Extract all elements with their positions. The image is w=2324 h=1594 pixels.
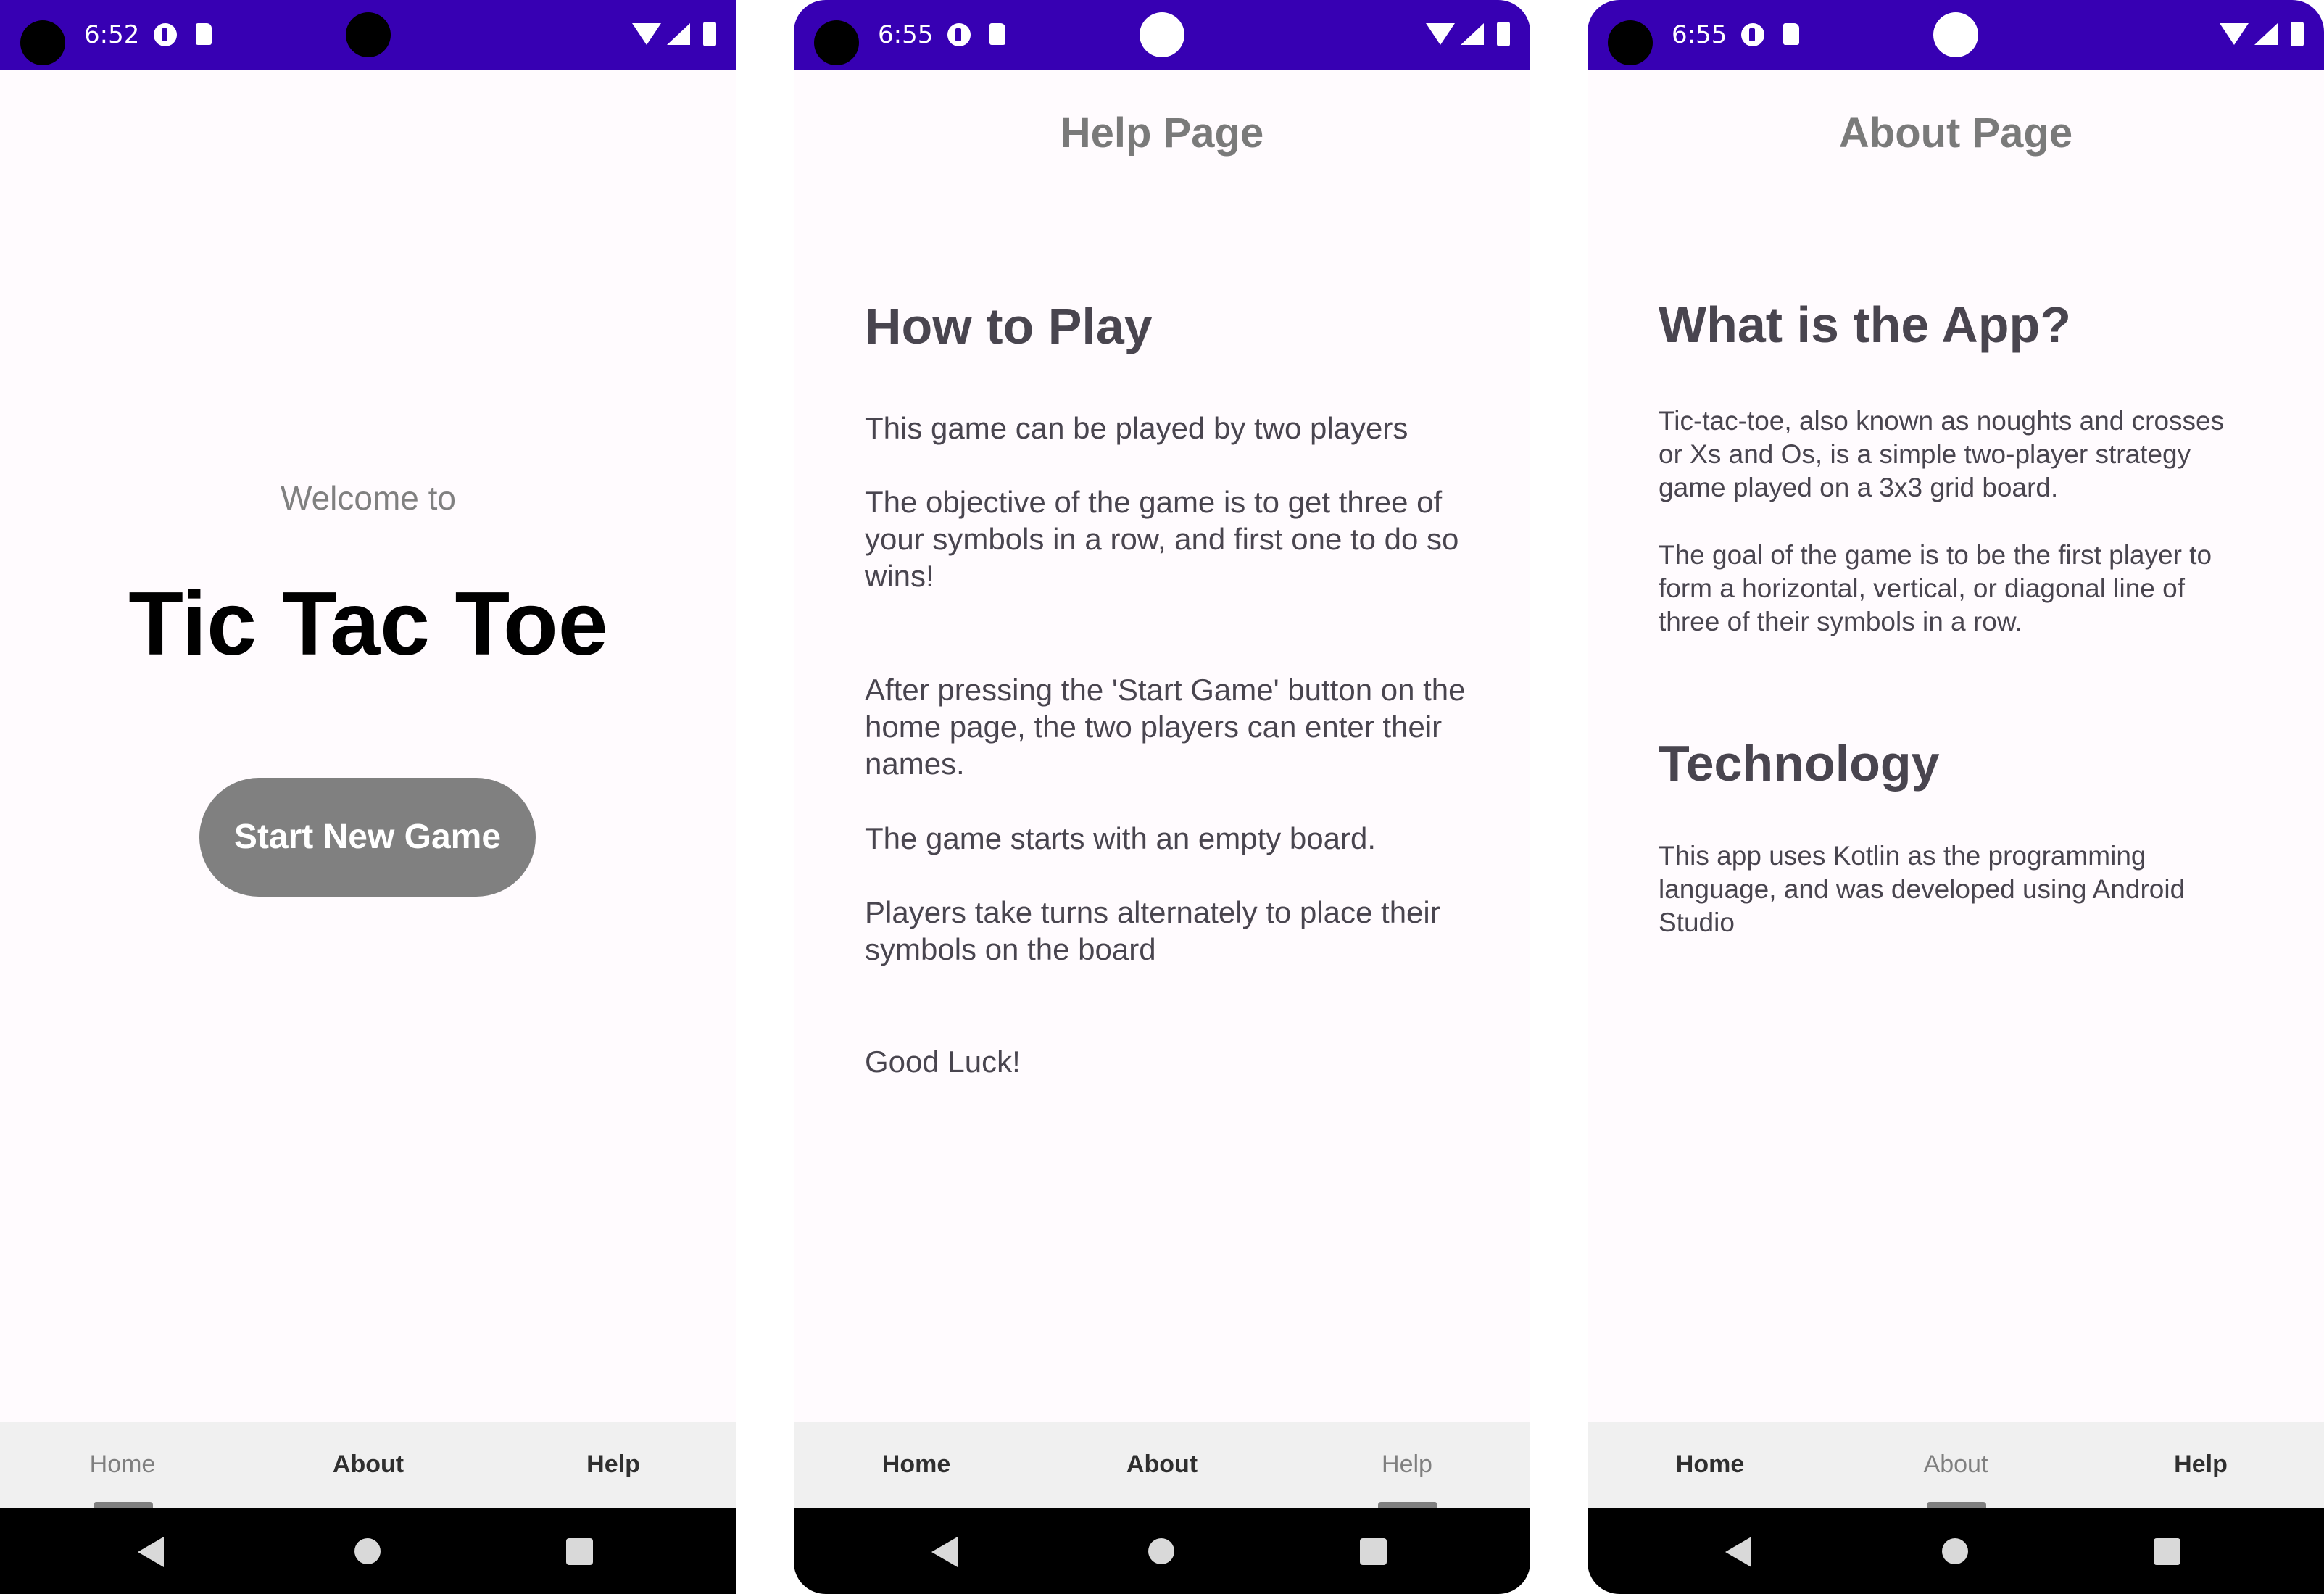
- cell-signal-icon: [1461, 23, 1484, 45]
- nav-label-help: Help: [2174, 1450, 2228, 1478]
- help-paragraph: The game starts with an empty board.: [865, 821, 1376, 855]
- nav-label-about: About: [332, 1450, 404, 1478]
- how-to-play-heading: How to Play: [865, 298, 1153, 354]
- nav-item-home[interactable]: Home: [1638, 1422, 1783, 1508]
- nav-label-home: Home: [89, 1450, 156, 1478]
- nav-label-home: Home: [881, 1450, 951, 1478]
- page-title: About Page: [1838, 109, 2073, 157]
- home-circle-icon[interactable]: [1148, 1538, 1174, 1564]
- data-saver-icon: [1741, 23, 1764, 46]
- nav-label-help: Help: [1382, 1450, 1432, 1478]
- nav-label-help: Help: [586, 1450, 640, 1478]
- nav-label-home: Home: [1675, 1450, 1745, 1478]
- camera-cutout-icon: [20, 20, 65, 65]
- status-icons: [1426, 22, 1517, 48]
- system-navigation-bar: [1588, 1508, 2324, 1594]
- start-new-game-button[interactable]: Start New Game: [199, 778, 536, 897]
- back-icon[interactable]: [138, 1537, 164, 1567]
- battery-icon: [703, 22, 716, 46]
- system-navigation-bar: [0, 1508, 736, 1594]
- what-is-app-heading: What is the App?: [1659, 296, 2072, 353]
- help-paragraph: Good Luck!: [865, 1045, 1021, 1079]
- camera-cutout-icon: [1933, 12, 1978, 57]
- page-title: Help Page: [1060, 109, 1264, 157]
- nav-item-about[interactable]: About: [296, 1422, 441, 1508]
- data-saver-icon: [154, 23, 177, 46]
- wifi-icon: [632, 23, 661, 45]
- wifi-icon: [1426, 23, 1455, 45]
- camera-cutout-icon: [1608, 20, 1653, 65]
- sd-card-icon: [196, 23, 212, 45]
- status-time: 6:55: [1672, 20, 1727, 49]
- technology-heading: Technology: [1659, 735, 1940, 792]
- status-bar: 6:52: [0, 0, 736, 70]
- home-screen: 6:52 Welcome to Tic Tac Toe Start New Ga…: [0, 0, 736, 1594]
- status-icons: [632, 22, 723, 48]
- status-time: 6:52: [84, 20, 140, 49]
- bottom-navigation: Home About Help: [1588, 1422, 2324, 1508]
- battery-icon: [2291, 22, 2304, 46]
- system-navigation-bar: [794, 1508, 1530, 1594]
- wifi-icon: [2220, 23, 2249, 45]
- about-paragraph: This app uses Kotlin as the programming …: [1659, 841, 2186, 937]
- status-bar: 6:55: [794, 0, 1530, 70]
- nav-item-help[interactable]: Help: [1335, 1422, 1480, 1508]
- back-icon[interactable]: [1725, 1537, 1751, 1567]
- data-saver-icon: [947, 23, 971, 46]
- bottom-navigation: Home About Help: [794, 1422, 1530, 1508]
- camera-cutout-icon: [814, 20, 859, 65]
- nav-label-about: About: [1923, 1450, 1988, 1478]
- camera-cutout-icon: [346, 12, 391, 57]
- back-icon[interactable]: [931, 1537, 958, 1567]
- bottom-navigation: Home About Help: [0, 1422, 736, 1508]
- nav-item-about[interactable]: About: [1883, 1422, 2028, 1508]
- active-indicator: [94, 1502, 153, 1508]
- cell-signal-icon: [2254, 23, 2278, 45]
- active-indicator: [1927, 1502, 1986, 1508]
- help-paragraph: This game can be played by two players: [865, 411, 1408, 445]
- nav-item-home[interactable]: Home: [844, 1422, 989, 1508]
- status-bar: 6:55: [1588, 0, 2324, 70]
- battery-icon: [1497, 22, 1510, 46]
- help-screen: 6:55 Help Page How to Play This game can…: [794, 0, 1530, 1594]
- help-paragraph: The objective of the game is to get thre…: [865, 485, 1459, 593]
- help-paragraph: Players take turns alternately to place …: [865, 895, 1440, 966]
- app-title: Tic Tac Toe: [128, 574, 608, 674]
- nav-item-home[interactable]: Home: [50, 1422, 195, 1508]
- camera-cutout-icon: [1140, 12, 1184, 57]
- nav-item-help[interactable]: Help: [541, 1422, 686, 1508]
- cell-signal-icon: [667, 23, 690, 45]
- sd-card-icon: [989, 23, 1005, 45]
- sd-card-icon: [1783, 23, 1799, 45]
- home-circle-icon[interactable]: [354, 1538, 381, 1564]
- nav-label-about: About: [1126, 1450, 1198, 1478]
- welcome-text: Welcome to: [280, 479, 457, 517]
- about-paragraph: Tic-tac-toe, also known as noughts and c…: [1659, 406, 2225, 502]
- nav-item-about[interactable]: About: [1090, 1422, 1234, 1508]
- help-paragraph: After pressing the 'Start Game' button o…: [865, 673, 1466, 781]
- recents-square-icon[interactable]: [566, 1538, 593, 1565]
- recents-square-icon[interactable]: [2154, 1538, 2180, 1565]
- home-circle-icon[interactable]: [1942, 1538, 1968, 1564]
- status-time: 6:55: [878, 20, 934, 49]
- active-indicator: [1378, 1502, 1437, 1508]
- recents-square-icon[interactable]: [1360, 1538, 1387, 1565]
- about-paragraph: The goal of the game is to be the first …: [1659, 540, 2212, 636]
- nav-item-help[interactable]: Help: [2128, 1422, 2273, 1508]
- status-icons: [2220, 22, 2311, 48]
- about-screen: 6:55 About Page What is the App? Tic-tac…: [1588, 0, 2324, 1594]
